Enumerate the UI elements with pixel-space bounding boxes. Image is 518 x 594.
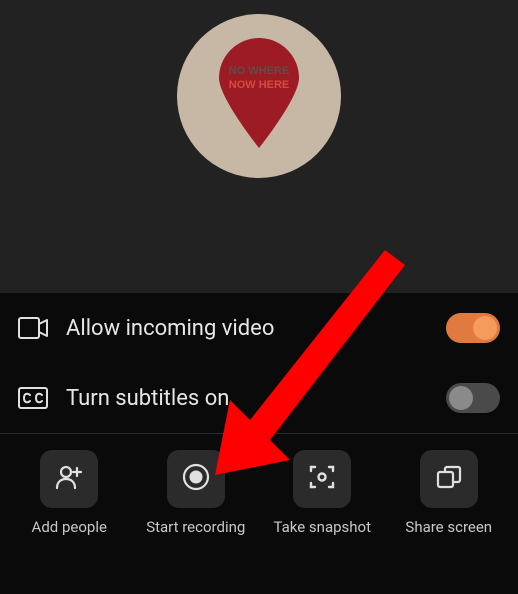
closed-caption-icon xyxy=(18,386,48,410)
action-label-start-recording: Start recording xyxy=(146,518,245,536)
toggle-incoming-video[interactable] xyxy=(446,313,500,343)
take-snapshot-button[interactable] xyxy=(293,450,351,508)
settings-panel: Allow incoming video Turn subtitles on xyxy=(0,293,518,434)
action-add-people[interactable]: Add people xyxy=(8,450,131,536)
avatar-pin-graphic: NO WHERE NOW HERE xyxy=(219,38,299,148)
toggle-subtitles[interactable] xyxy=(446,383,500,413)
record-icon xyxy=(181,462,211,496)
action-label-share-screen: Share screen xyxy=(405,518,492,536)
setting-label-incoming-video: Allow incoming video xyxy=(66,316,428,341)
svg-text:NO WHERE: NO WHERE xyxy=(229,65,290,77)
share-screen-icon xyxy=(434,462,464,496)
svg-text:NOW HERE: NOW HERE xyxy=(229,79,290,91)
action-bar: Add people Start recording xyxy=(0,434,518,550)
setting-row-incoming-video: Allow incoming video xyxy=(0,293,518,363)
toggle-knob xyxy=(473,316,497,340)
video-camera-icon xyxy=(18,316,48,340)
action-take-snapshot[interactable]: Take snapshot xyxy=(261,450,384,536)
avatar-content: NO WHERE NOW HERE xyxy=(177,14,341,178)
setting-row-subtitles: Turn subtitles on xyxy=(0,363,518,433)
start-recording-button[interactable] xyxy=(167,450,225,508)
add-person-icon xyxy=(54,462,84,496)
setting-label-subtitles: Turn subtitles on xyxy=(66,386,428,411)
snapshot-icon xyxy=(307,462,337,496)
action-share-screen[interactable]: Share screen xyxy=(388,450,511,536)
action-label-take-snapshot: Take snapshot xyxy=(274,518,372,536)
toggle-knob xyxy=(449,386,473,410)
share-screen-button[interactable] xyxy=(420,450,478,508)
video-preview-area: NO WHERE NOW HERE xyxy=(0,0,518,293)
action-label-add-people: Add people xyxy=(32,518,107,536)
add-people-button[interactable] xyxy=(40,450,98,508)
avatar: NO WHERE NOW HERE xyxy=(177,14,341,178)
action-start-recording[interactable]: Start recording xyxy=(135,450,258,536)
